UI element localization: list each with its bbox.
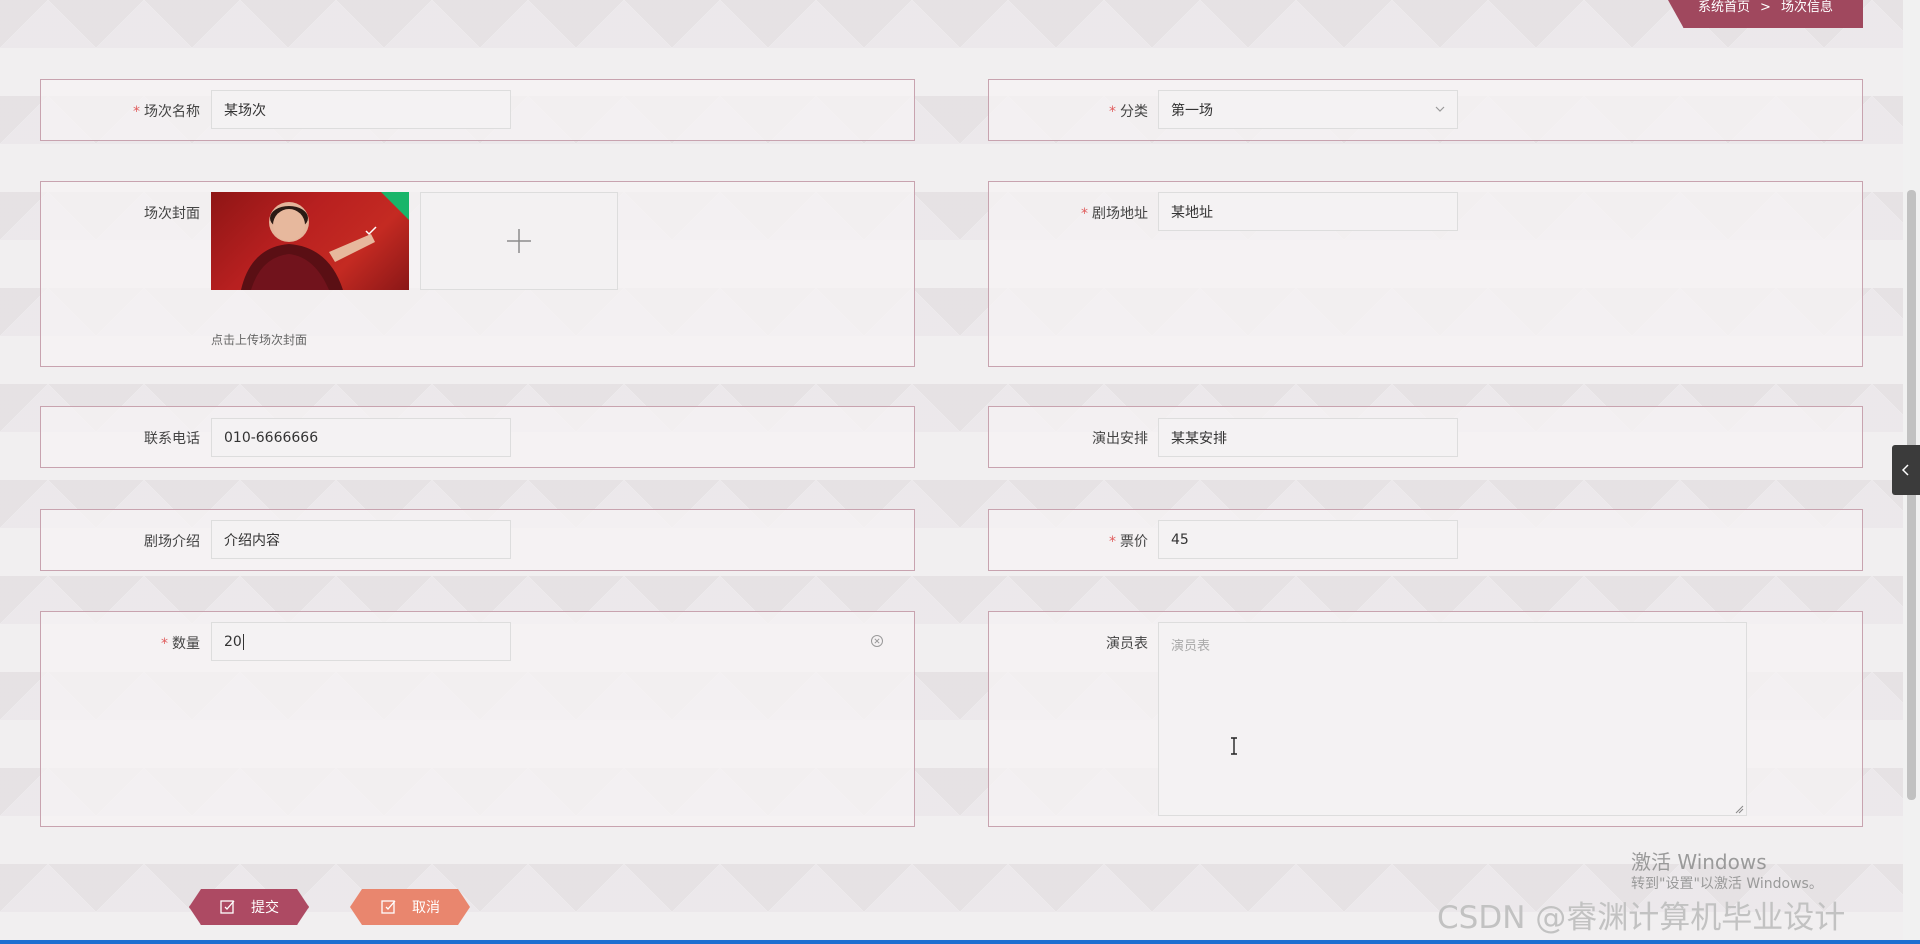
cast-textarea[interactable]: 演员表	[1158, 622, 1747, 816]
chevron-left-icon	[1901, 464, 1909, 476]
required-mark: *	[1081, 206, 1088, 222]
cancel-button[interactable]: 取消	[350, 889, 470, 925]
schedule-label: 演出安排	[1092, 431, 1148, 447]
cover-label: 场次封面	[144, 206, 200, 222]
intro-label: 剧场介绍	[144, 534, 200, 550]
phone-label: 联系电话	[144, 431, 200, 447]
category-select[interactable]: 第一场	[1158, 90, 1458, 129]
cover-upload-button[interactable]	[420, 192, 618, 290]
address-input[interactable]: 某地址	[1158, 192, 1458, 231]
breadcrumb: 系统首页 > 场次信息	[1668, 0, 1863, 28]
edit-icon	[381, 900, 396, 914]
text-caret	[242, 633, 244, 650]
check-icon	[381, 192, 409, 220]
resize-handle-icon[interactable]	[1734, 804, 1744, 814]
quantity-value: 20	[224, 633, 242, 650]
schedule-input[interactable]: 某某安排	[1158, 418, 1458, 457]
name-input[interactable]: 某场次	[211, 90, 511, 129]
quantity-input[interactable]: 20	[211, 622, 511, 661]
taskbar-strip	[0, 940, 1920, 944]
scrollbar-thumb[interactable]	[1907, 190, 1916, 800]
cast-label: 演员表	[1106, 636, 1148, 652]
required-mark: *	[1109, 104, 1116, 120]
windows-activate-subtitle: 转到"设置"以激活 Windows。	[1631, 876, 1823, 892]
breadcrumb-current: 场次信息	[1780, 0, 1833, 15]
category-label: * 分类	[1109, 104, 1148, 120]
intro-input[interactable]: 介绍内容	[211, 520, 511, 559]
plus-icon	[507, 229, 531, 253]
breadcrumb-separator: >	[1760, 0, 1771, 15]
required-mark: *	[161, 636, 168, 652]
edit-icon	[220, 900, 235, 914]
breadcrumb-home[interactable]: 系统首页	[1698, 1, 1750, 14]
side-panel-toggle[interactable]	[1892, 445, 1920, 495]
phone-input[interactable]: 010-6666666	[211, 418, 511, 457]
cover-thumbnail[interactable]	[211, 192, 409, 290]
name-label: * 场次名称	[133, 104, 200, 120]
price-input[interactable]: 45	[1158, 520, 1458, 559]
cover-hint: 点击上传场次封面	[211, 333, 308, 347]
submit-label: 提交	[251, 900, 279, 916]
required-mark: *	[1109, 534, 1116, 550]
price-label: * 票价	[1109, 534, 1148, 550]
windows-activate-title: 激活 Windows	[1631, 850, 1767, 874]
required-mark: *	[133, 104, 140, 120]
quantity-label: * 数量	[161, 636, 200, 652]
submit-button[interactable]: 提交	[189, 889, 309, 925]
cancel-label: 取消	[412, 900, 440, 916]
text-cursor-icon	[1231, 737, 1237, 755]
csdn-watermark: CSDN @睿渊计算机毕业设计	[1437, 900, 1846, 936]
check-mark	[365, 226, 377, 236]
cover-photo	[241, 202, 375, 290]
category-value: 第一场	[1171, 102, 1213, 119]
clear-icon[interactable]	[870, 634, 884, 648]
chevron-down-icon	[1435, 106, 1445, 112]
address-label: * 剧场地址	[1081, 206, 1148, 222]
